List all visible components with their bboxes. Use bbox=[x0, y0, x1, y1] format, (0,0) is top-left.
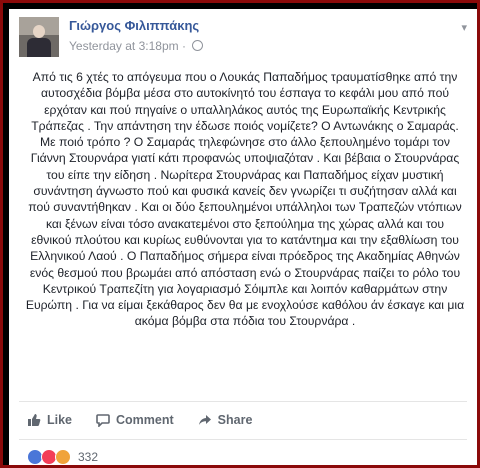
like-label: Like bbox=[47, 413, 73, 427]
action-bar: Like Comment Share bbox=[27, 409, 252, 431]
post-header: Γιώργος Φιλιππάκης Yesterday at 3:18pm ·… bbox=[19, 17, 469, 67]
comment-label: Comment bbox=[116, 413, 174, 427]
timestamp[interactable]: Yesterday at 3:18pm bbox=[69, 39, 179, 53]
thumbs-up-icon bbox=[28, 414, 41, 426]
angry-icon bbox=[55, 449, 71, 465]
reaction-count: 332 bbox=[78, 450, 99, 464]
avatar[interactable] bbox=[19, 17, 59, 57]
divider bbox=[19, 401, 467, 402]
post-frame: Γιώργος Φιλιππάκης Yesterday at 3:18pm ·… bbox=[3, 3, 477, 465]
share-icon bbox=[198, 415, 211, 425]
divider bbox=[19, 439, 467, 440]
post-text: Από τις 6 χτές το απόγευμα που ο Λουκάς … bbox=[25, 70, 465, 329]
author-name[interactable]: Γιώργος Φιλιππάκης bbox=[69, 18, 199, 33]
comment-button[interactable]: Comment bbox=[96, 409, 174, 431]
chevron-down-icon[interactable]: ▾ bbox=[461, 21, 467, 34]
comment-icon bbox=[96, 414, 110, 427]
share-button[interactable]: Share bbox=[198, 409, 253, 431]
globe-icon bbox=[192, 40, 204, 51]
reactions-summary[interactable]: 332 bbox=[27, 449, 98, 465]
meta-separator: · bbox=[181, 39, 186, 53]
share-label: Share bbox=[217, 413, 253, 427]
like-button[interactable]: Like bbox=[27, 409, 72, 431]
facebook-post-card: Γιώργος Φιλιππάκης Yesterday at 3:18pm ·… bbox=[9, 9, 477, 465]
post-meta: Yesterday at 3:18pm · bbox=[69, 39, 204, 53]
